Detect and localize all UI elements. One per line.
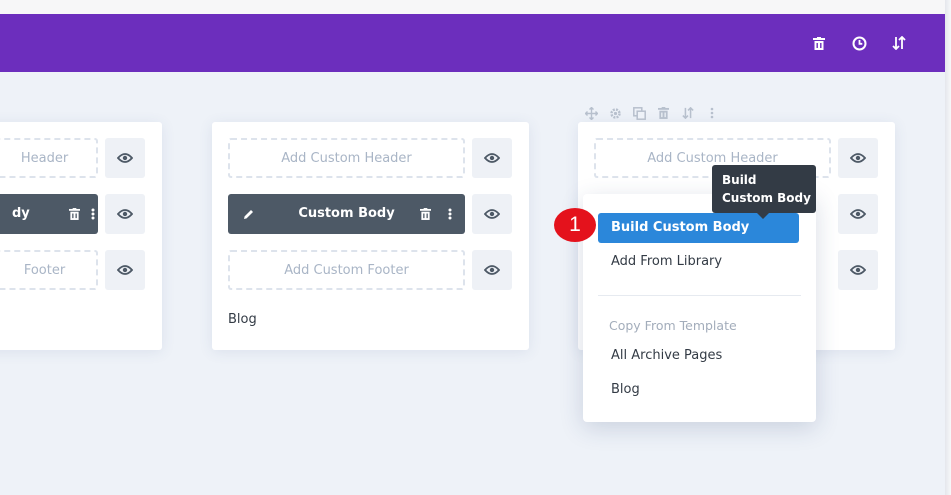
template-card-1: Header dy Footer xyxy=(0,122,162,350)
card-hover-toolbar xyxy=(584,105,719,121)
more-icon[interactable] xyxy=(85,206,101,222)
header-visibility-toggle[interactable] xyxy=(472,138,512,178)
tooltip-arrow xyxy=(756,212,770,219)
header-slot-label: Header xyxy=(20,150,69,166)
footer-visibility-toggle[interactable] xyxy=(838,250,878,290)
more-icon[interactable] xyxy=(442,206,458,222)
settings-icon[interactable] xyxy=(608,106,623,121)
footer-slot-label: Footer xyxy=(23,262,66,278)
copy-from-template-heading: Copy From Template xyxy=(609,318,737,333)
duplicate-icon[interactable] xyxy=(632,106,647,121)
header-visibility-toggle[interactable] xyxy=(838,138,878,178)
tooltip: Build Custom Body xyxy=(712,165,816,213)
footer-visibility-toggle[interactable] xyxy=(472,250,512,290)
step-number-badge: 1 xyxy=(554,208,596,242)
add-footer-slot[interactable]: Footer xyxy=(0,250,98,290)
custom-body-bar[interactable]: dy xyxy=(0,194,98,234)
move-icon[interactable] xyxy=(584,106,599,121)
add-footer-slot[interactable]: Add Custom Footer xyxy=(228,250,465,290)
trash-icon[interactable] xyxy=(417,206,433,222)
add-header-slot[interactable]: Add Custom Header xyxy=(228,138,465,178)
header-visibility-toggle[interactable] xyxy=(105,138,145,178)
add-from-library-option[interactable]: Add From Library xyxy=(598,247,799,277)
dropdown-divider xyxy=(598,295,801,296)
body-bar-label: dy xyxy=(12,206,30,221)
template-option-blog[interactable]: Blog xyxy=(598,375,799,405)
tooltip-line-1: Build xyxy=(722,173,757,187)
trash-icon[interactable] xyxy=(810,34,828,52)
eye-icon xyxy=(117,209,133,219)
footer-visibility-toggle[interactable] xyxy=(105,250,145,290)
eye-icon xyxy=(850,153,866,163)
eye-icon xyxy=(484,265,500,275)
more-icon[interactable] xyxy=(704,106,719,121)
trash-icon[interactable] xyxy=(656,106,671,121)
custom-body-bar[interactable]: Custom Body xyxy=(228,194,465,234)
body-visibility-toggle[interactable] xyxy=(105,194,145,234)
history-icon[interactable] xyxy=(850,34,868,52)
sort-icon[interactable] xyxy=(890,34,908,52)
tooltip-line-2: Custom Body xyxy=(722,191,811,205)
eye-icon xyxy=(850,209,866,219)
add-body-dropdown: Build Custom Body Add From Library Copy … xyxy=(583,194,816,422)
sort-icon[interactable] xyxy=(680,106,695,121)
eye-icon xyxy=(850,265,866,275)
theme-builder-topbar xyxy=(0,14,945,72)
eye-icon xyxy=(484,209,500,219)
eye-icon xyxy=(117,265,133,275)
body-visibility-toggle[interactable] xyxy=(838,194,878,234)
add-header-slot[interactable]: Header xyxy=(0,138,98,178)
header-slot-label: Add Custom Header xyxy=(647,150,778,166)
theme-builder-canvas: Header dy Footer Add Custom Header Custo… xyxy=(0,14,945,495)
template-title: Blog xyxy=(228,312,257,327)
template-option-all-archive-pages[interactable]: All Archive Pages xyxy=(598,341,799,371)
window-top-strip xyxy=(0,0,951,14)
eye-icon xyxy=(484,153,500,163)
window-edge xyxy=(945,0,951,495)
header-slot-label: Add Custom Header xyxy=(281,150,412,166)
template-card-blog: Add Custom Header Custom Body Add Custom… xyxy=(212,122,529,350)
body-visibility-toggle[interactable] xyxy=(472,194,512,234)
footer-slot-label: Add Custom Footer xyxy=(284,262,409,278)
trash-icon[interactable] xyxy=(66,206,82,222)
eye-icon xyxy=(117,153,133,163)
